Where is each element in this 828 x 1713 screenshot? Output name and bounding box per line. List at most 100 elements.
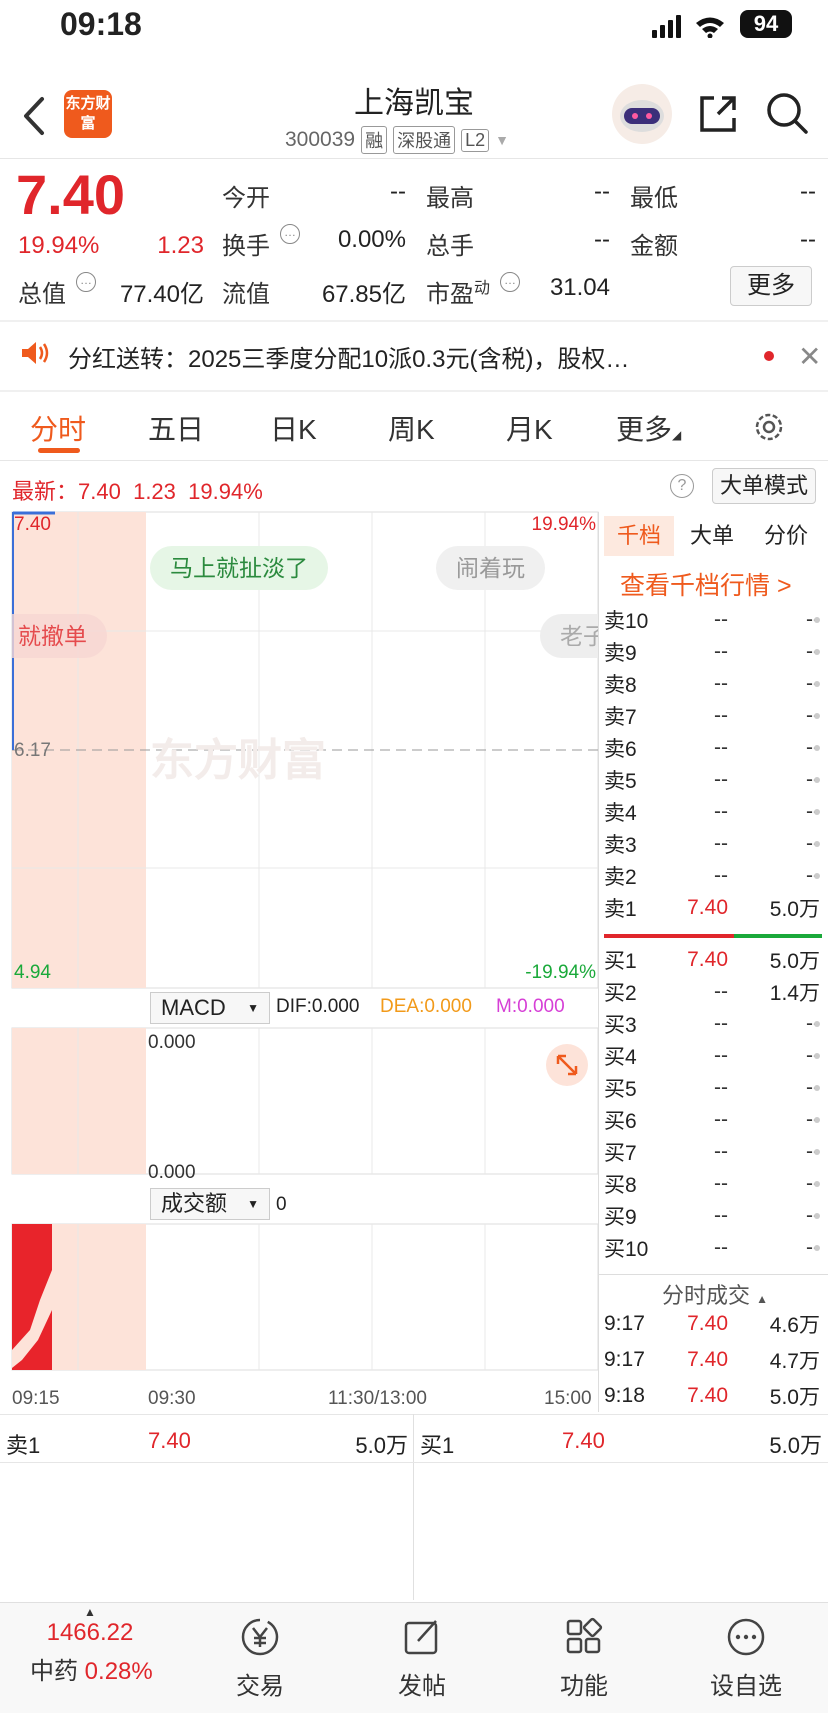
bid-row-vol: 1.4万 [769, 982, 820, 1005]
assistant-robot-icon[interactable] [612, 84, 672, 144]
ask-row-price: 7.40 [687, 896, 728, 919]
tab-daily-k[interactable]: 日K [270, 408, 317, 448]
big-order-mode-button[interactable]: 大单模式 [712, 468, 816, 504]
level-dot [814, 617, 820, 623]
volume-selector[interactable]: 成交额 ▼ [150, 1188, 270, 1220]
open-value: -- [390, 178, 406, 205]
expand-icon[interactable] [546, 1044, 588, 1086]
ask-row-vol: 5.0万 [769, 898, 820, 921]
ask-row: 卖8 -- -- [598, 668, 820, 700]
pct-axis-top: 19.94% [531, 514, 596, 535]
divider [0, 1414, 828, 1415]
bid-row: 买7 -- -- [598, 1136, 820, 1168]
bid-row-price: -- [714, 1076, 728, 1099]
tab-more[interactable]: 更多◢ [616, 408, 681, 448]
view-levels-link[interactable]: 查看千档行情 > [620, 566, 792, 602]
pct-axis-bottom: -19.94% [525, 962, 596, 983]
ask-row-price: -- [714, 608, 728, 631]
bid-row-vol: -- [806, 1172, 820, 1195]
ask-row-price: -- [714, 736, 728, 759]
macd-dif: DIF:0.000 [276, 996, 360, 1017]
level-dot [814, 1213, 820, 1219]
danmaku-bubble[interactable]: 就撤单 [12, 614, 107, 658]
chevron-down-icon: ▼ [495, 132, 509, 148]
bid-row-vol: 5.0万 [769, 950, 820, 973]
tab-price-dist[interactable]: 分价 [764, 516, 808, 556]
divider [0, 460, 828, 461]
index-ticker[interactable]: ▲ 1466.22 中药 0.28% [30, 1603, 153, 1686]
level-dot [814, 841, 820, 847]
bid-row-vol: -- [806, 1204, 820, 1227]
help-icon[interactable]: ? [670, 474, 694, 498]
trade-row-price: 7.40 [687, 1384, 728, 1407]
ask-row-label: 卖2 [604, 866, 637, 889]
high-label: 最高 [426, 185, 474, 212]
level-dot [814, 873, 820, 879]
yen-icon [241, 1618, 279, 1656]
danmaku-bubble[interactable]: 老子 [540, 614, 598, 658]
info-icon[interactable]: … [500, 272, 520, 292]
x-tick: 11:30/13:00 [328, 1388, 427, 1409]
bid-row: 买9 -- -- [598, 1200, 820, 1232]
pe-label: 市盈动 [426, 280, 491, 308]
trade-button[interactable]: 交易 [200, 1615, 320, 1701]
level-dot [814, 1053, 820, 1059]
level-dot [814, 777, 820, 783]
change-amount: 1.23 [157, 232, 204, 259]
ask-row-vol: -- [806, 800, 820, 823]
more-quote-button[interactable]: 更多 [730, 266, 812, 306]
functions-button[interactable]: 功能 [524, 1615, 644, 1701]
bid-row-label: 买1 [604, 950, 637, 973]
stock-subtitle[interactable]: 300039 融 深股通 L2 ▼ [285, 126, 509, 154]
more-dots-icon [727, 1618, 765, 1656]
change-percent: 19.94% [18, 232, 100, 259]
tab-big-order[interactable]: 大单 [690, 516, 734, 556]
bid-row-vol: -- [806, 1108, 820, 1131]
bid-row-label: 买6 [604, 1110, 637, 1133]
tab-five-day[interactable]: 五日 [148, 408, 204, 448]
ask-row-vol: -- [806, 768, 820, 791]
dividend-notice[interactable]: 分红送转：2025三季度分配10派0.3元(含税)，股权… ✕ [0, 322, 828, 390]
post-button[interactable]: 发帖 [362, 1615, 482, 1701]
tab-monthly-k[interactable]: 月K [506, 408, 553, 448]
edit-icon [404, 1620, 438, 1655]
bid-row-price: -- [714, 1204, 728, 1227]
ask-row-vol: -- [806, 832, 820, 855]
share-icon[interactable] [696, 92, 740, 141]
search-icon[interactable] [764, 90, 810, 141]
add-watchlist-button[interactable]: 设自选 [686, 1615, 806, 1701]
settings-gear-icon[interactable] [752, 410, 786, 449]
info-icon[interactable]: … [76, 272, 96, 292]
bid-row: 买2 -- 1.4万 [598, 976, 820, 1008]
chevron-up-icon: ▲ [84, 1605, 96, 1619]
bid-ratio-bar [734, 934, 822, 938]
divider [0, 158, 828, 159]
bid-row-label: 买5 [604, 1078, 637, 1101]
bid-row: 买10 -- -- [598, 1232, 820, 1264]
current-price: 7.40 [16, 163, 125, 226]
macd-selector[interactable]: MACD ▼ [150, 992, 270, 1024]
bid-row-price: -- [714, 1108, 728, 1131]
ask-ratio-bar [604, 934, 734, 938]
bid-row-label: 买3 [604, 1014, 637, 1037]
bid-row-price: 7.40 [687, 948, 728, 971]
ask-row-label: 卖6 [604, 738, 637, 761]
watermark: 东方财富 [150, 736, 326, 785]
danmaku-bubble[interactable]: 闹着玩 [436, 546, 545, 590]
volume-value: -- [594, 226, 610, 253]
tab-intraday[interactable]: 分时 [30, 408, 86, 448]
macd-top-value: 0.000 [148, 1032, 196, 1053]
float-cap-label: 流值 [222, 281, 270, 308]
tab-weekly-k[interactable]: 周K [388, 408, 435, 448]
tick-trades-header[interactable]: 分时成交 ▲ [662, 1278, 768, 1310]
tick-trade-list: 9:17 7.40 4.6万 9:17 7.40 4.7万 9:18 7.40 5.0万 [598, 1308, 828, 1418]
info-icon[interactable]: … [280, 224, 300, 244]
tab-thousand-level[interactable]: 千档 [604, 516, 674, 556]
trade-row-vol: 4.7万 [769, 1350, 820, 1373]
ask-row-vol: -- [806, 608, 820, 631]
close-icon[interactable]: ✕ [798, 340, 821, 373]
bottom-toolbar: ▲ 1466.22 中药 0.28% 交易 发帖 功能 设自选 [0, 1602, 828, 1713]
danmaku-bubble[interactable]: 马上就扯淡了 [150, 546, 328, 590]
bid-row-label: 买8 [604, 1174, 637, 1197]
bid-row: 买1 7.40 5.0万 [598, 944, 820, 976]
